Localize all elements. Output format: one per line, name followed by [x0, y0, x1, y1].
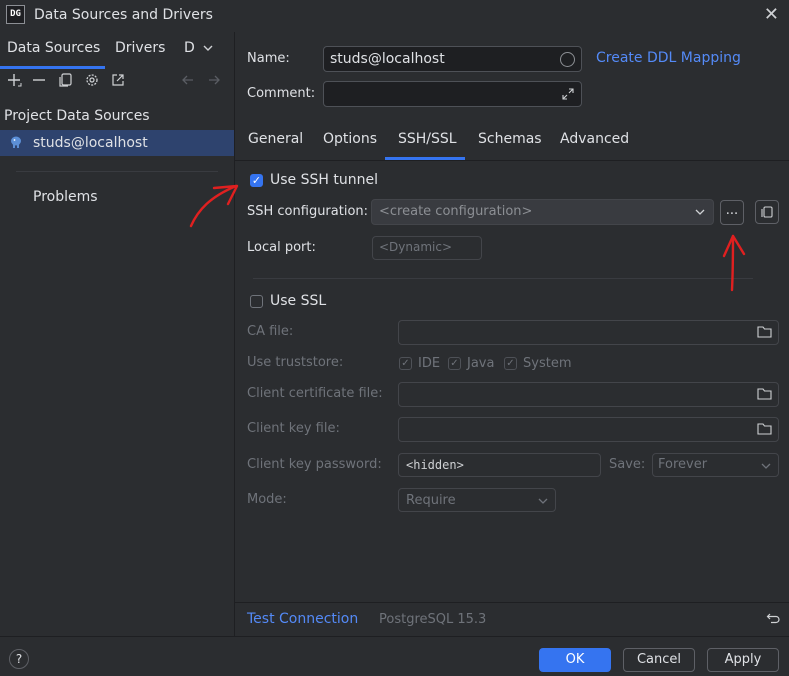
settings-gear-icon[interactable]: [84, 72, 100, 92]
ok-button[interactable]: OK: [539, 648, 611, 672]
truststore-ide-label: IDE: [418, 356, 441, 371]
tabs-divider: [235, 160, 789, 161]
ssh-more-button[interactable]: ...: [720, 200, 744, 225]
client-key-password-value: <hidden>: [406, 458, 464, 472]
duplicate-icon[interactable]: [58, 72, 74, 92]
test-connection-link[interactable]: Test Connection: [247, 611, 358, 627]
section-divider: [253, 278, 753, 279]
tab-general[interactable]: General: [248, 131, 303, 147]
tab-options[interactable]: Options: [323, 131, 377, 147]
status-divider: [235, 602, 789, 603]
truststore-system-label: System: [523, 356, 572, 371]
chevron-down-icon: [760, 460, 772, 476]
client-certificate-label: Client certificate file:: [247, 386, 383, 401]
title-bar: DG Data Sources and Drivers ✕: [0, 0, 789, 32]
local-port-field[interactable]: <Dynamic>: [372, 236, 482, 260]
client-key-file-label: Client key file:: [247, 421, 340, 436]
window-title: Data Sources and Drivers: [34, 7, 213, 23]
forward-arrow-icon[interactable]: [206, 72, 222, 92]
local-port-placeholder: <Dynamic>: [379, 240, 453, 254]
tab-advanced[interactable]: Advanced: [560, 131, 629, 147]
client-certificate-field[interactable]: [398, 382, 779, 407]
name-field[interactable]: studs@localhost: [323, 46, 582, 72]
close-icon[interactable]: ✕: [764, 4, 779, 25]
tab-data-sources[interactable]: Data Sources: [7, 40, 100, 56]
ca-file-label: CA file:: [247, 324, 294, 339]
chevron-down-icon: [694, 206, 706, 222]
chevron-down-icon: [537, 495, 549, 511]
problems-item[interactable]: Problems: [33, 189, 98, 205]
comment-label: Comment:: [247, 86, 316, 101]
name-label: Name:: [247, 51, 290, 66]
mode-select[interactable]: Require: [398, 488, 556, 512]
tab-ssh-ssl[interactable]: SSH/SSL: [398, 131, 457, 147]
add-icon[interactable]: [6, 72, 24, 94]
active-tab-indicator: [0, 66, 105, 69]
comment-field[interactable]: [323, 81, 582, 107]
save-select[interactable]: Forever: [652, 453, 779, 477]
remove-icon[interactable]: [31, 72, 47, 92]
truststore-ide-checkbox[interactable]: ✓: [399, 357, 412, 370]
cancel-button[interactable]: Cancel: [623, 648, 695, 672]
client-key-password-field[interactable]: <hidden>: [398, 453, 601, 477]
mode-label: Mode:: [247, 492, 287, 507]
use-ssl-label: Use SSL: [270, 293, 327, 309]
folder-icon[interactable]: [757, 387, 772, 404]
driver-info: PostgreSQL 15.3: [379, 612, 487, 627]
ssh-configuration-label: SSH configuration:: [247, 204, 369, 219]
divider: [16, 171, 218, 172]
ssh-duplicate-button[interactable]: [755, 200, 779, 224]
tab-drivers[interactable]: Drivers: [115, 40, 165, 56]
save-label: Save:: [609, 457, 646, 472]
chevron-down-icon[interactable]: [201, 41, 215, 59]
save-select-value: Forever: [658, 457, 708, 472]
client-key-password-label: Client key password:: [247, 457, 382, 472]
client-key-file-field[interactable]: [398, 417, 779, 442]
folder-icon[interactable]: [757, 422, 772, 439]
use-truststore-label: Use truststore:: [247, 355, 344, 370]
folder-icon[interactable]: [757, 325, 772, 342]
ca-file-field[interactable]: [398, 320, 779, 345]
tab-more[interactable]: D: [184, 40, 195, 56]
truststore-system-checkbox[interactable]: ✓: [504, 357, 517, 370]
list-item-label: studs@localhost: [33, 135, 148, 151]
truststore-java-label: Java: [467, 356, 495, 371]
section-title-project-data-sources: Project Data Sources: [4, 108, 150, 124]
truststore-java-checkbox[interactable]: ✓: [448, 357, 461, 370]
use-ssl-checkbox[interactable]: [250, 295, 263, 308]
revert-icon[interactable]: [766, 611, 781, 630]
mode-select-value: Require: [406, 493, 456, 508]
color-circle-icon[interactable]: [560, 52, 575, 67]
ssh-configuration-value: <create configuration>: [379, 204, 533, 219]
postgres-elephant-icon: [9, 135, 24, 154]
help-icon[interactable]: ?: [9, 649, 29, 669]
ssh-configuration-select[interactable]: <create configuration>: [371, 199, 714, 225]
apply-button[interactable]: Apply: [707, 648, 779, 672]
expand-icon[interactable]: [561, 87, 575, 105]
use-ssh-tunnel-label: Use SSH tunnel: [270, 172, 378, 188]
back-arrow-icon[interactable]: [180, 72, 196, 92]
open-external-icon[interactable]: [110, 72, 126, 92]
create-ddl-mapping-link[interactable]: Create DDL Mapping: [596, 50, 741, 66]
app-icon: DG: [6, 5, 25, 24]
local-port-label: Local port:: [247, 240, 316, 255]
name-field-value: studs@localhost: [330, 51, 445, 67]
tab-schemas[interactable]: Schemas: [478, 131, 542, 147]
use-ssh-tunnel-checkbox[interactable]: ✓: [250, 174, 263, 187]
